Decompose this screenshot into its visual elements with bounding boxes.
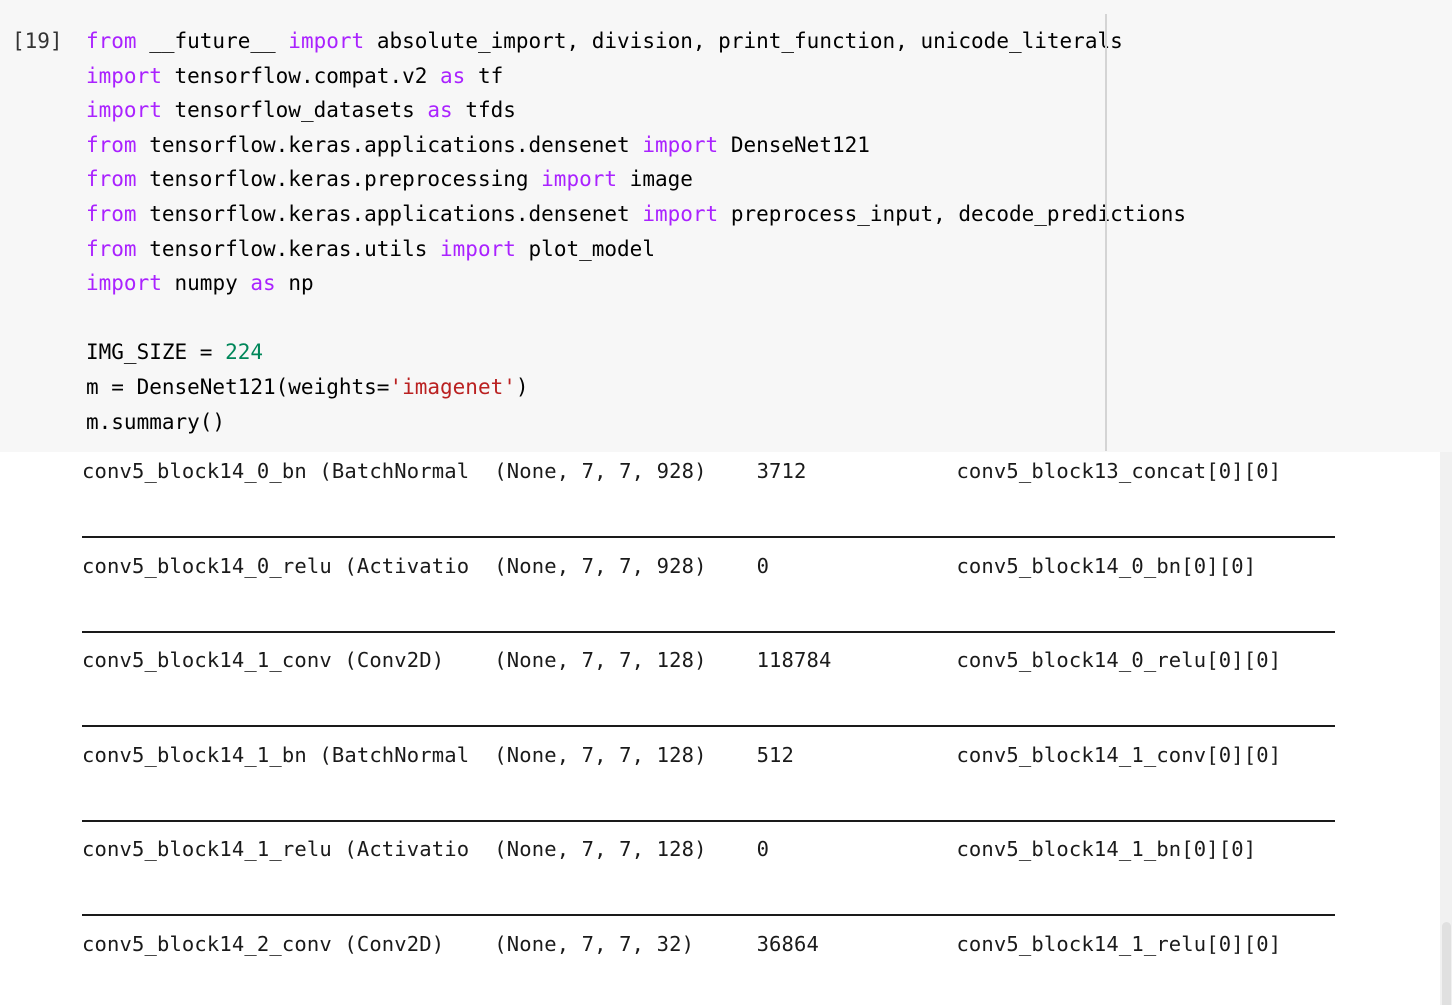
table-row: conv5_block14_2_conv (Conv2D) (None, 7, … bbox=[82, 929, 1335, 992]
code-token: tensorflow_datasets bbox=[174, 98, 428, 123]
code-line[interactable]: m = DenseNet121(weights='imagenet') bbox=[86, 370, 1446, 405]
code-token: from bbox=[86, 201, 150, 226]
code-line[interactable]: from tensorflow.keras.applications.dense… bbox=[86, 197, 1446, 232]
code-line[interactable]: m.summary() bbox=[86, 405, 1446, 440]
table-separator bbox=[82, 614, 1335, 646]
code-token: absolute_import, division, print_functio… bbox=[376, 29, 1123, 53]
code-token: numpy bbox=[174, 271, 251, 296]
code-token: 'imagenet' bbox=[389, 374, 516, 399]
code-token: from bbox=[86, 167, 150, 192]
notebook-page: [19] from __future__ import absolute_imp… bbox=[0, 0, 1452, 1005]
code-token: plot_model bbox=[528, 236, 655, 261]
code-token: tensorflow.keras.applications.densenet bbox=[149, 201, 643, 226]
code-line[interactable]: from __future__ import absolute_import, … bbox=[86, 24, 1446, 59]
table-row-primary: conv5_block14_1_bn (BatchNormal (None, 7… bbox=[82, 742, 1282, 767]
table-separator bbox=[82, 708, 1335, 740]
code-token: tensorflow.keras.preprocessing bbox=[149, 167, 542, 192]
table-separator bbox=[82, 992, 1335, 1005]
code-token: import bbox=[86, 98, 175, 123]
table-row: conv5_block14_1_bn (BatchNormal (None, 7… bbox=[82, 740, 1335, 803]
code-token: tensorflow.keras.applications.densenet bbox=[149, 132, 643, 157]
code-line[interactable]: import tensorflow_datasets as tfds bbox=[86, 93, 1446, 128]
code-token: ) bbox=[515, 374, 529, 399]
execution-count-label[interactable]: [19] bbox=[12, 24, 74, 59]
code-token: from bbox=[86, 132, 150, 157]
code-token: tf bbox=[477, 63, 504, 88]
code-token: as bbox=[427, 98, 466, 123]
column-ruler-guide bbox=[1105, 14, 1107, 451]
model-summary-text: conv5_block14_0_bn (BatchNormal (None, 7… bbox=[82, 456, 1335, 1005]
code-editor[interactable]: from __future__ import absolute_import, … bbox=[86, 24, 1446, 439]
code-cell[interactable]: [19] from __future__ import absolute_imp… bbox=[0, 0, 1452, 452]
code-token: import bbox=[440, 236, 529, 261]
code-token: as bbox=[440, 63, 478, 88]
code-line[interactable]: from tensorflow.keras.utils import plot_… bbox=[86, 232, 1446, 267]
code-token: DenseNet121 bbox=[730, 132, 870, 157]
code-token: tfds bbox=[465, 98, 516, 123]
code-token: import bbox=[642, 132, 731, 157]
table-separator bbox=[82, 897, 1335, 929]
code-token: from bbox=[86, 236, 150, 261]
code-token: np bbox=[288, 271, 314, 296]
table-row-primary: conv5_block14_1_relu (Activatio (None, 7… bbox=[82, 837, 1257, 861]
table-row: conv5_block14_0_bn (BatchNormal (None, 7… bbox=[82, 456, 1335, 519]
code-token: __future__ bbox=[149, 29, 289, 53]
code-line[interactable]: IMG_SIZE = 224 bbox=[86, 335, 1446, 370]
code-line[interactable]: import tensorflow.compat.v2 as tf bbox=[86, 59, 1446, 94]
table-separator bbox=[82, 519, 1335, 551]
code-token: 224 bbox=[225, 340, 264, 365]
code-token: IMG_SIZE = bbox=[86, 340, 226, 365]
code-token: m.summary() bbox=[86, 409, 226, 434]
table-row-primary: conv5_block14_0_relu (Activatio (None, 7… bbox=[82, 553, 1257, 578]
code-token: tensorflow.compat.v2 bbox=[174, 63, 441, 88]
table-separator bbox=[82, 803, 1335, 835]
code-token: import bbox=[541, 167, 630, 192]
code-token: import bbox=[86, 63, 175, 88]
code-token: m = DenseNet121(weights= bbox=[86, 374, 390, 399]
output-scrollbar-thumb[interactable] bbox=[1442, 922, 1451, 1005]
code-token: image bbox=[629, 167, 693, 192]
table-row-primary: conv5_block14_2_conv (Conv2D) (None, 7, … bbox=[82, 931, 1282, 956]
code-token: import bbox=[642, 201, 731, 226]
code-token: preprocess_input, decode_predictions bbox=[730, 201, 1186, 226]
code-line[interactable] bbox=[86, 301, 1446, 336]
table-row: conv5_block14_0_relu (Activatio (None, 7… bbox=[82, 551, 1335, 614]
table-row-primary: conv5_block14_1_conv (Conv2D) (None, 7, … bbox=[82, 648, 1282, 672]
code-token: import bbox=[86, 271, 175, 296]
cell-output-area[interactable]: conv5_block14_0_bn (BatchNormal (None, 7… bbox=[0, 452, 1452, 1005]
code-token: import bbox=[288, 29, 377, 53]
output-scrollbar-track[interactable] bbox=[1440, 452, 1452, 1005]
table-row: conv5_block14_1_relu (Activatio (None, 7… bbox=[82, 834, 1335, 897]
table-row: conv5_block14_1_conv (Conv2D) (None, 7, … bbox=[82, 645, 1335, 708]
code-line[interactable]: import numpy as np bbox=[86, 266, 1446, 301]
table-row-primary: conv5_block14_0_bn (BatchNormal (None, 7… bbox=[82, 459, 1282, 483]
code-token: tensorflow.keras.utils bbox=[149, 236, 441, 261]
code-line[interactable]: from tensorflow.keras.applications.dense… bbox=[86, 128, 1446, 163]
code-token: from bbox=[86, 29, 150, 53]
code-line[interactable]: from tensorflow.keras.preprocessing impo… bbox=[86, 162, 1446, 197]
code-token: as bbox=[250, 271, 289, 296]
